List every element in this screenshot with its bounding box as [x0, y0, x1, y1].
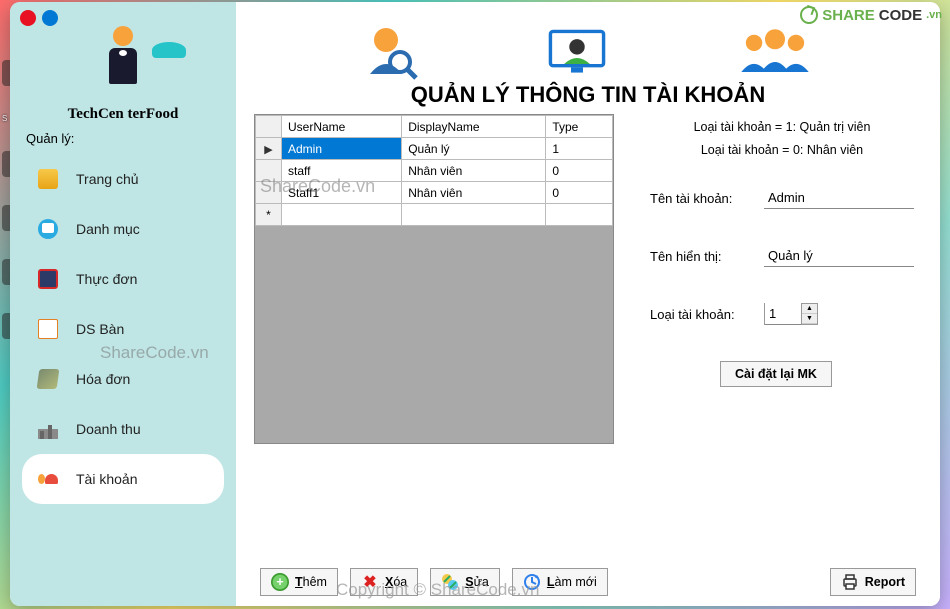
edit-icon [441, 573, 459, 591]
cell-type[interactable]: 0 [546, 182, 613, 204]
users-group-icon [734, 24, 816, 80]
sidebar-item-category[interactable]: Danh mục [22, 204, 224, 254]
display-label: Tên hiển thị: [650, 249, 754, 264]
sidebar-nav: Trang chủ Danh mục Thực đơn DS Bàn Hóa đ… [10, 148, 236, 510]
refresh-button[interactable]: Làm mới [512, 568, 608, 596]
row-header-corner [256, 116, 282, 138]
username-label: Tên tài khoản: [650, 191, 754, 206]
close-icon[interactable] [20, 10, 36, 26]
account-icon [38, 469, 58, 489]
printer-icon [841, 573, 859, 591]
plus-icon: + [271, 573, 289, 591]
window-controls [20, 10, 58, 26]
table-icon [38, 319, 58, 339]
stepper-down-icon[interactable]: ▼ [802, 314, 817, 324]
page-title: QUẢN LÝ THÔNG TIN TÀI KHOẢN [236, 82, 940, 108]
sidebar-item-label: Doanh thu [76, 421, 141, 437]
sidebar-item-bill[interactable]: Hóa đơn [22, 354, 224, 404]
account-form: Loại tài khoản = 1: Quản trị viên Loại t… [630, 114, 922, 552]
edit-button[interactable]: Sửa [430, 568, 500, 596]
type-label: Loại tài khoản: [650, 307, 754, 322]
col-type[interactable]: Type [546, 116, 613, 138]
table-row[interactable]: ▶ Admin Quản lý 1 [256, 138, 613, 160]
reset-password-button[interactable]: Cài đặt lại MK [720, 361, 832, 387]
table-row[interactable]: Staff1 Nhân viên 0 [256, 182, 613, 204]
new-row-indicator: * [256, 204, 282, 226]
reset-password-label: Cài đặt lại MK [735, 367, 817, 381]
sharecode-ring-icon [800, 6, 818, 24]
cell-type[interactable]: 1 [546, 138, 613, 160]
accounts-grid[interactable]: UserName DisplayName Type ▶ Admin Quản l… [254, 114, 614, 444]
report-label: Report [865, 575, 905, 589]
row-indicator-icon: ▶ [264, 144, 272, 156]
sidebar: TechCen terFood Quản lý: Trang chủ Danh … [10, 2, 236, 606]
sidebar-section-label: Quản lý: [10, 125, 236, 148]
app-window: TechCen terFood Quản lý: Trang chủ Danh … [10, 2, 940, 606]
cell-username[interactable]: staff [282, 160, 402, 182]
category-icon [38, 219, 58, 239]
sharecode-logo: SHARECODE.vn [800, 6, 942, 24]
action-bar: + Thêm ✖ Xóa Sửa Làm mới [236, 562, 940, 606]
display-input[interactable] [764, 245, 914, 267]
legend-line: Loại tài khoản = 0: Nhân viên [650, 139, 914, 162]
report-button[interactable]: Report [830, 568, 916, 596]
bill-icon [37, 369, 60, 389]
menu-icon [38, 269, 58, 289]
sidebar-item-label: Danh mục [76, 221, 140, 237]
cell-displayname[interactable]: Quản lý [402, 138, 546, 160]
monitor-user-icon [547, 24, 607, 80]
revenue-icon [38, 419, 58, 439]
legend-line: Loại tài khoản = 1: Quản trị viên [650, 116, 914, 139]
sidebar-item-label: DS Bàn [76, 321, 124, 337]
sidebar-item-label: Hóa đơn [76, 371, 130, 387]
sidebar-item-account[interactable]: Tài khoản [22, 454, 224, 504]
table-new-row[interactable]: * [256, 204, 613, 226]
add-button[interactable]: + Thêm [260, 568, 338, 596]
sidebar-item-home[interactable]: Trang chủ [22, 154, 224, 204]
table-row[interactable]: staff Nhân viên 0 [256, 160, 613, 182]
accounts-table[interactable]: UserName DisplayName Type ▶ Admin Quản l… [255, 115, 613, 226]
username-input[interactable] [764, 187, 914, 209]
main-content: QUẢN LÝ THÔNG TIN TÀI KHOẢN UserName Dis… [236, 2, 940, 606]
type-stepper-value[interactable] [765, 303, 801, 325]
cell-displayname[interactable]: Nhân viên [402, 182, 546, 204]
app-logo [10, 26, 236, 104]
sidebar-item-label: Thực đơn [76, 271, 137, 287]
app-name: TechCen terFood [10, 104, 236, 125]
type-legend: Loại tài khoản = 1: Quản trị viên Loại t… [650, 116, 914, 161]
delete-button[interactable]: ✖ Xóa [350, 568, 418, 596]
col-username[interactable]: UserName [282, 116, 402, 138]
home-icon [38, 169, 58, 189]
sidebar-item-label: Tài khoản [76, 471, 137, 487]
delete-icon: ✖ [361, 573, 379, 591]
refresh-icon [523, 573, 541, 591]
user-search-icon [360, 24, 420, 80]
type-stepper[interactable]: ▲ ▼ [764, 303, 818, 325]
cell-type[interactable]: 0 [546, 160, 613, 182]
cell-displayname[interactable]: Nhân viên [402, 160, 546, 182]
col-displayname[interactable]: DisplayName [402, 116, 546, 138]
minimize-icon[interactable] [42, 10, 58, 26]
sidebar-item-menu[interactable]: Thực đơn [22, 254, 224, 304]
sidebar-item-revenue[interactable]: Doanh thu [22, 404, 224, 454]
sidebar-item-label: Trang chủ [76, 171, 139, 187]
cell-username[interactable]: Admin [282, 138, 402, 160]
sidebar-item-tables[interactable]: DS Bàn [22, 304, 224, 354]
stepper-up-icon[interactable]: ▲ [802, 304, 817, 314]
cell-username[interactable]: Staff1 [282, 182, 402, 204]
